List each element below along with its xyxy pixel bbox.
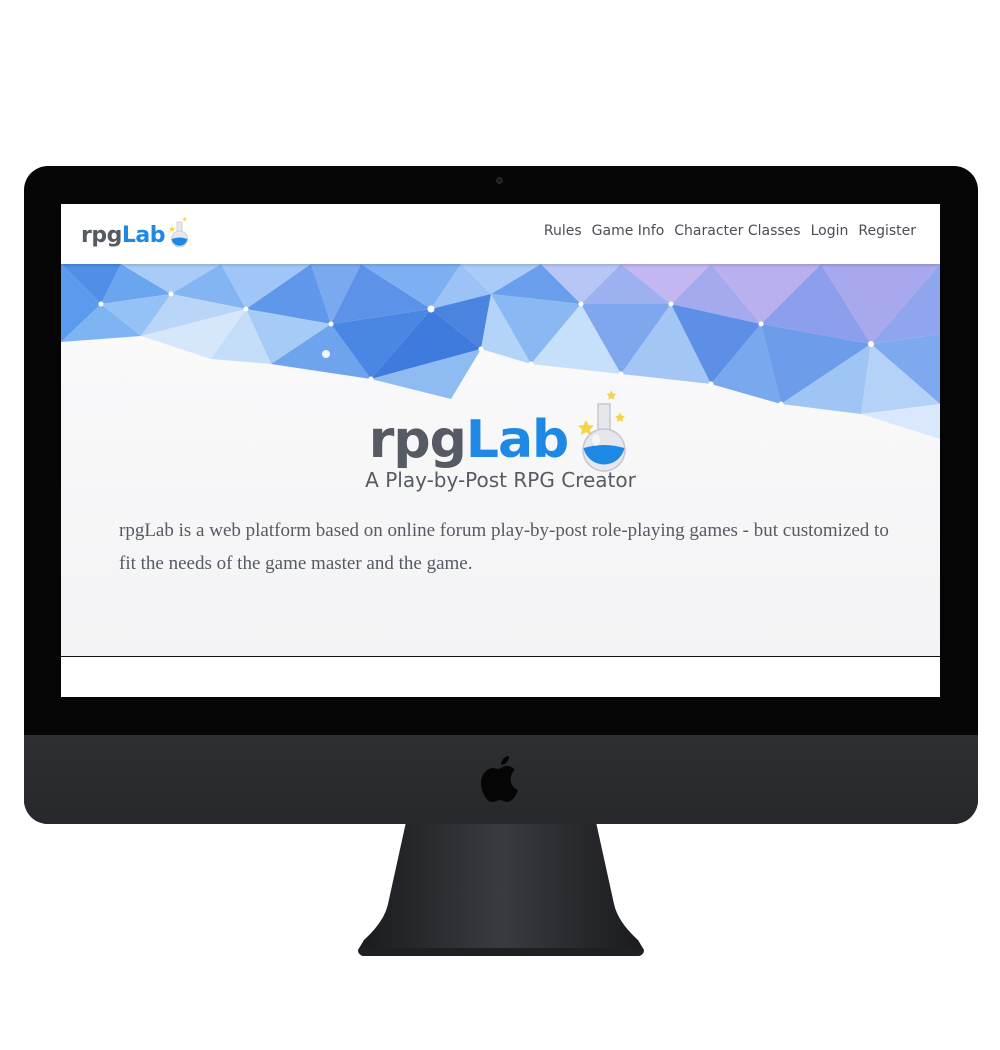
apple-logo-icon [481,756,518,802]
brand-text-part2: Lab [121,222,166,248]
nav-link-character-classes[interactable]: Character Classes [674,223,800,239]
nav-link-login[interactable]: Login [811,223,849,239]
navbar-brand[interactable]: rpg Lab [81,216,190,252]
hero-logo-part2: Lab [465,410,569,470]
page-footer-area [61,656,940,697]
hero-section: rpg Lab A Play-by-Post RPG Creator rpgLab… [61,264,940,656]
nav-link-game-info[interactable]: Game Info [592,223,665,239]
flask-icon [578,390,627,472]
brand-text-part1: rpg [81,222,122,248]
nav-link-rules[interactable]: Rules [544,223,582,239]
navbar: rpg Lab Rules Game Info Character Classes… [61,204,940,264]
camera [496,177,503,184]
hero-logo-part1: rpg [368,410,467,470]
imac-device: rpg Lab Rules Game Info Character Classes… [0,0,1000,1050]
hero-logo: rpg Lab [61,390,940,472]
nav-links: Rules Game Info Character Classes Login … [544,223,916,239]
nav-link-register[interactable]: Register [858,223,916,239]
flask-icon [168,216,188,248]
monitor-stand [358,822,644,956]
hero-subtitle: A Play-by-Post RPG Creator [365,468,636,492]
browser-screen: rpg Lab Rules Game Info Character Classes… [61,204,940,697]
hero-description: rpgLab is a web platform based on online… [119,520,889,574]
